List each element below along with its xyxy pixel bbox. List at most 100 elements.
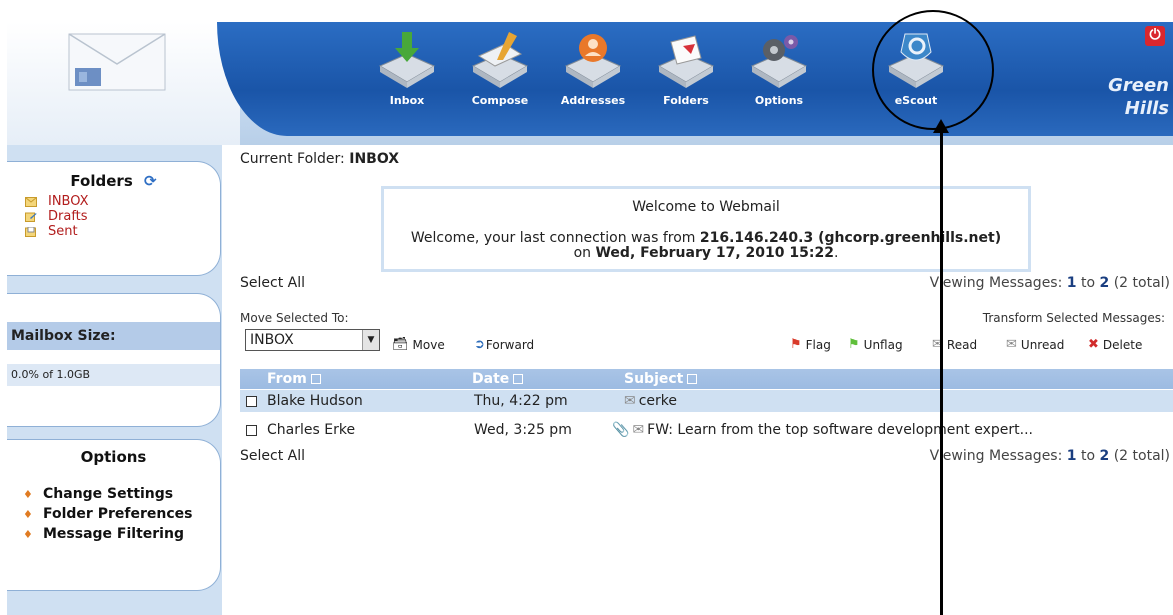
nav-compose[interactable]: Compose bbox=[455, 22, 545, 136]
sort-icon[interactable] bbox=[687, 374, 698, 384]
viewing-total: (2 total) bbox=[1113, 275, 1170, 291]
move-button-label: Move bbox=[412, 337, 445, 352]
option-change-settings[interactable]: ♦ Change Settings bbox=[23, 484, 220, 504]
options-icon bbox=[750, 35, 808, 88]
envelope-logo-icon bbox=[68, 33, 166, 91]
viewing-prefix: Viewing Messages: bbox=[929, 275, 1063, 291]
forward-icon: ➲ bbox=[474, 337, 485, 352]
column-from[interactable]: From bbox=[267, 369, 321, 389]
callout-line bbox=[940, 124, 943, 615]
read-button[interactable]: ✉ Read bbox=[932, 337, 977, 352]
viewing-from: 1 bbox=[1066, 275, 1077, 291]
refresh-icon[interactable]: ⟳ bbox=[144, 172, 157, 190]
option-message-filtering[interactable]: ♦ Message Filtering bbox=[23, 524, 220, 544]
current-folder-label: Current Folder: bbox=[240, 151, 345, 167]
folder-preferences-link[interactable]: Folder Preferences bbox=[43, 506, 192, 522]
option-folder-preferences[interactable]: ♦ Folder Preferences bbox=[23, 504, 220, 524]
nav-options[interactable]: Options bbox=[734, 22, 824, 136]
viewing-to-word: to bbox=[1080, 275, 1096, 291]
main-content: Current Folder: INBOX Welcome to Webmail… bbox=[240, 148, 1173, 615]
webmail-logo bbox=[7, 22, 240, 145]
header-bar: Inbox Compose Addresses Folders Options … bbox=[7, 22, 1173, 145]
nav-inbox[interactable]: Inbox bbox=[362, 22, 452, 136]
unflag-button[interactable]: ⚑ Unflag bbox=[848, 337, 903, 352]
message-subject-text[interactable]: cerke bbox=[639, 393, 677, 409]
viewing-messages-bottom: Viewing Messages: 1 to 2 (2 total) bbox=[930, 448, 1170, 464]
move-button[interactable]: 🗃 Move bbox=[392, 337, 445, 352]
folder-item-drafts[interactable]: Drafts bbox=[25, 209, 220, 224]
message-date: Wed, 3:25 pm bbox=[474, 422, 572, 438]
inbox-folder-icon bbox=[25, 196, 37, 207]
addresses-icon bbox=[564, 34, 622, 88]
folder-drafts-link[interactable]: Drafts bbox=[48, 209, 88, 224]
delete-icon: ✖ bbox=[1088, 337, 1099, 352]
unflag-icon: ⚑ bbox=[848, 337, 860, 352]
last-connection-ip: 216.146.240.3 (ghcorp.greenhills.net) bbox=[699, 230, 1002, 246]
current-folder: Current Folder: INBOX bbox=[240, 151, 399, 167]
message-filtering-link[interactable]: Message Filtering bbox=[43, 526, 184, 542]
nav-compose-label: Compose bbox=[471, 94, 529, 107]
compose-icon bbox=[471, 32, 529, 88]
select-all-top[interactable]: Select All bbox=[240, 275, 305, 291]
viewing-from: 1 bbox=[1066, 448, 1077, 464]
viewing-messages-top: Viewing Messages: 1 to 2 (2 total) bbox=[930, 275, 1170, 291]
current-folder-name: INBOX bbox=[349, 151, 400, 167]
move-target-value: INBOX bbox=[250, 332, 294, 348]
drafts-folder-icon bbox=[25, 212, 37, 222]
select-all-bottom[interactable]: Select All bbox=[240, 448, 305, 464]
options-title: Options bbox=[80, 448, 147, 466]
welcome-title: Welcome to Webmail bbox=[632, 199, 780, 215]
nav-folders[interactable]: Folders bbox=[641, 22, 731, 136]
folder-inbox-link[interactable]: INBOX bbox=[48, 194, 89, 209]
move-target-select[interactable]: INBOX ▼ bbox=[245, 329, 380, 351]
unread-button[interactable]: ✉ Unread bbox=[1006, 337, 1064, 352]
folder-sent-link[interactable]: Sent bbox=[48, 224, 78, 239]
sidebar: Folders ⟳ INBOX Drafts Sent Mailbox Size… bbox=[7, 145, 222, 615]
bullet-icon: ♦ bbox=[23, 507, 33, 521]
nav-options-label: Options bbox=[754, 94, 804, 107]
callout-circle bbox=[872, 10, 994, 130]
viewing-prefix: Viewing Messages: bbox=[929, 448, 1063, 464]
last-connection-date: Wed, February 17, 2010 15:22 bbox=[595, 245, 834, 261]
nav-addresses[interactable]: Addresses bbox=[548, 22, 638, 136]
column-date[interactable]: Date bbox=[472, 369, 524, 389]
mailbox-size-title: Mailbox Size: bbox=[7, 322, 220, 350]
welcome-box: Welcome to Webmail Welcome, your last co… bbox=[381, 186, 1031, 272]
message-subject[interactable]: ✉ cerke bbox=[624, 390, 677, 412]
folder-list: INBOX Drafts Sent bbox=[25, 194, 220, 239]
logout-power-icon[interactable]: ⏻ bbox=[1145, 26, 1165, 46]
folder-item-inbox[interactable]: INBOX bbox=[25, 194, 220, 209]
brand-line-2: Hills bbox=[1124, 98, 1169, 119]
inbox-icon bbox=[378, 32, 436, 88]
table-row[interactable]: Charles Erke Wed, 3:25 pm 📎 ✉ FW: Learn fr… bbox=[240, 419, 1173, 441]
welcome-message: Welcome, your last connection was from 2… bbox=[384, 231, 1028, 261]
change-settings-link[interactable]: Change Settings bbox=[43, 486, 173, 502]
sort-icon[interactable] bbox=[310, 374, 321, 384]
sort-icon[interactable] bbox=[513, 374, 524, 384]
viewing-to: 2 bbox=[1099, 448, 1110, 464]
message-subject[interactable]: 📎 ✉ FW: Learn from the top software develo… bbox=[612, 419, 1033, 441]
message-checkbox[interactable] bbox=[246, 425, 257, 436]
read-label: Read bbox=[946, 337, 978, 352]
column-from-label: From bbox=[267, 371, 307, 387]
folders-icon bbox=[657, 35, 715, 88]
flag-button[interactable]: ⚑ Flag bbox=[790, 337, 831, 352]
message-subject-text[interactable]: FW: Learn from the top software developm… bbox=[647, 422, 1033, 438]
column-subject[interactable]: Subject bbox=[624, 369, 698, 389]
move-icon: 🗃 bbox=[392, 337, 409, 352]
viewing-total: (2 total) bbox=[1113, 448, 1170, 464]
delete-button[interactable]: ✖ Delete bbox=[1088, 337, 1142, 352]
message-checkbox[interactable] bbox=[246, 396, 257, 407]
message-date: Thu, 4:22 pm bbox=[474, 393, 568, 409]
message-from[interactable]: Blake Hudson bbox=[267, 390, 363, 412]
dropdown-arrow-icon[interactable]: ▼ bbox=[362, 330, 379, 350]
message-from[interactable]: Charles Erke bbox=[267, 419, 355, 441]
forward-button[interactable]: ➲ Forward bbox=[474, 337, 534, 352]
options-panel: Options ♦ Change Settings ♦ Folder Prefe… bbox=[7, 439, 221, 591]
nav-inbox-label: Inbox bbox=[389, 94, 425, 107]
bullet-icon: ♦ bbox=[23, 527, 33, 541]
table-row[interactable]: Blake Hudson Thu, 4:22 pm ✉ cerke bbox=[240, 390, 1173, 412]
mailbox-usage: 0.0% of 1.0GB bbox=[7, 364, 220, 386]
folder-item-sent[interactable]: Sent bbox=[25, 224, 220, 239]
transform-selected-label: Transform Selected Messages: bbox=[982, 311, 1165, 325]
